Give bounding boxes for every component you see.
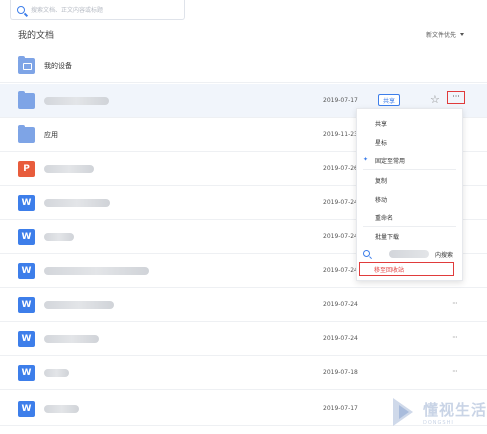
- menu-item-delete-label: 移至回收站: [374, 267, 405, 274]
- menu-item-share[interactable]: 共享: [375, 119, 387, 128]
- blurred-name: [389, 250, 429, 258]
- context-menu: 共享 星标 ✦ 固定至常用 复制 移动 重命名 批量下载 内搜索 移至回收站: [356, 108, 463, 281]
- menu-item-copy[interactable]: 复制: [375, 176, 387, 185]
- item-date: 2019-07-18: [323, 369, 358, 376]
- wps-w-icon: W: [18, 263, 35, 279]
- item-name: 我的设备: [44, 62, 72, 70]
- chevron-down-icon: [460, 33, 465, 36]
- watermark-logo: 懂视生活 DONGSHI: [393, 398, 487, 426]
- blurred-name: [44, 199, 110, 207]
- menu-item-move[interactable]: 移动: [375, 195, 387, 204]
- sort-dropdown[interactable]: 新文件优先: [426, 30, 465, 39]
- more-button[interactable]: ···: [447, 91, 465, 104]
- wps-w-icon: W: [18, 401, 35, 417]
- watermark-text: 懂视生活: [423, 400, 487, 419]
- menu-item-search-in[interactable]: 内搜索: [435, 250, 453, 259]
- list-item[interactable]: W 2019-07-18 ···: [0, 356, 487, 390]
- menu-item-pin[interactable]: 固定至常用: [375, 156, 405, 165]
- list-item[interactable]: W 2019-07-24 ···: [0, 288, 487, 322]
- search-box[interactable]: 搜索文档、正文内容或标题: [10, 0, 185, 20]
- more-icon[interactable]: ···: [452, 300, 458, 308]
- folder-icon: [18, 125, 35, 143]
- list-item[interactable]: W 2019-07-24 ···: [0, 322, 487, 356]
- item-date: 2019-07-24: [323, 335, 358, 342]
- wps-w-icon: W: [18, 229, 35, 245]
- wps-w-icon: W: [18, 331, 35, 347]
- item-date: 2019-07-24: [323, 301, 358, 308]
- item-date: 2019-07-17: [323, 405, 358, 412]
- item-date: 2019-07-24: [323, 233, 358, 240]
- blurred-name: [44, 97, 109, 105]
- folder-device-icon: [18, 56, 35, 74]
- star-icon[interactable]: ☆: [430, 93, 440, 106]
- blurred-name: [44, 233, 74, 241]
- wps-w-icon: W: [18, 195, 35, 211]
- item-date: 2019-07-17: [323, 97, 358, 104]
- wps-w-icon: W: [18, 297, 35, 313]
- page-title: 我的文档: [18, 31, 55, 41]
- blurred-name: [44, 405, 79, 413]
- blurred-name: [44, 267, 149, 275]
- folder-icon: [18, 91, 35, 109]
- menu-divider: [363, 226, 456, 227]
- search-icon: [17, 5, 25, 14]
- search-icon: [363, 250, 370, 257]
- blurred-name: [44, 369, 69, 377]
- share-badge[interactable]: 共享: [378, 94, 400, 106]
- search-placeholder: 搜索文档、正文内容或标题: [31, 7, 104, 14]
- menu-item-star[interactable]: 星标: [375, 138, 387, 147]
- wps-w-icon: W: [18, 365, 35, 381]
- more-icon[interactable]: ···: [452, 334, 458, 342]
- item-date: 2019-07-24: [323, 267, 358, 274]
- watermark-subtext: DONGSHI: [423, 419, 454, 426]
- blurred-name: [44, 301, 114, 309]
- sort-label: 新文件优先: [426, 32, 457, 39]
- more-icon[interactable]: ···: [452, 368, 458, 376]
- blurred-name: [44, 165, 94, 173]
- menu-item-batch-download[interactable]: 批量下载: [375, 232, 399, 241]
- blurred-name: [44, 335, 99, 343]
- menu-divider: [363, 169, 456, 170]
- item-date: 2019-07-24: [323, 199, 358, 206]
- logo-icon: [393, 398, 419, 426]
- list-item[interactable]: 我的设备: [0, 49, 487, 83]
- menu-item-delete[interactable]: 移至回收站: [359, 262, 454, 276]
- item-name: 应用: [44, 131, 58, 139]
- pin-icon: ✦: [363, 156, 369, 163]
- menu-item-rename[interactable]: 重命名: [375, 213, 393, 222]
- wps-p-icon: P: [18, 161, 35, 177]
- item-date: 2019-11-23: [323, 131, 358, 138]
- item-date: 2019-07-26: [323, 165, 358, 172]
